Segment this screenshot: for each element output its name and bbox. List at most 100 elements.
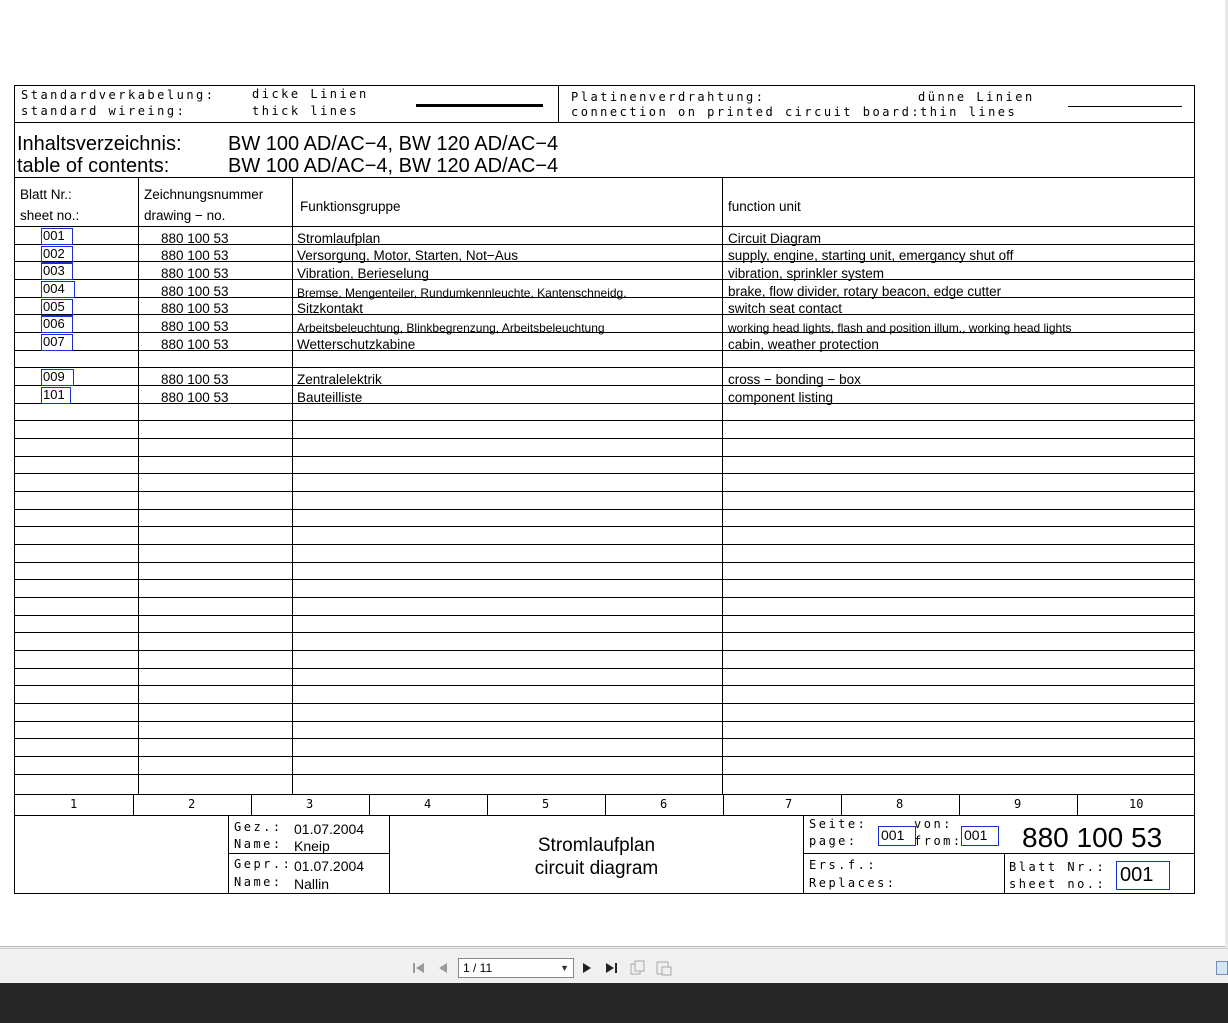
table-cell-function-en: cross − bonding − box xyxy=(728,372,861,387)
legend-pcb-en: connection on printed circuit board: xyxy=(571,105,922,119)
sidebar-toggle-icon[interactable] xyxy=(1216,961,1228,975)
legend-thick-de: dicke Linien xyxy=(252,87,369,101)
last-page-icon[interactable] xyxy=(602,959,620,977)
sheet-link-009[interactable]: 009 xyxy=(41,369,74,386)
schematic-sheet: Standardverkabelung: standard wireing: d… xyxy=(14,85,1195,894)
table-cell-function-de: Zentralelektrik xyxy=(297,372,382,387)
column-number: 5 xyxy=(542,797,550,811)
checked-label: Gepr.: xyxy=(234,857,293,871)
thin-line-sample xyxy=(1068,106,1182,107)
column-number: 4 xyxy=(424,797,432,811)
sheet-link-101[interactable]: 101 xyxy=(41,387,71,404)
header-function-en: function unit xyxy=(728,199,801,214)
ersf-label: Ers.f.: xyxy=(809,858,878,872)
table-cell-function-de: Vibration, Berieselung xyxy=(297,266,429,281)
sheet-link-002[interactable]: 002 xyxy=(41,246,73,263)
column-number: 9 xyxy=(1014,797,1022,811)
page-label: page: xyxy=(809,834,858,848)
header-sheet-de: Blatt Nr.: xyxy=(20,187,72,202)
table-cell-drawing: 880 100 53 xyxy=(161,372,229,387)
table-cell-function-en: component listing xyxy=(728,390,834,405)
column-number: 3 xyxy=(306,797,314,811)
thick-line-sample xyxy=(416,104,543,107)
document-page: Standardverkabelung: standard wireing: d… xyxy=(0,0,1226,947)
table-cell-drawing: 880 100 53 xyxy=(161,231,229,246)
drawn-name: Kneip xyxy=(294,838,330,854)
table-cell-drawing: 880 100 53 xyxy=(161,319,229,334)
document-title-de: Stromlaufplan xyxy=(537,835,656,856)
document-title-en: circuit diagram xyxy=(534,858,659,879)
table-cell-function-en: Circuit Diagram xyxy=(728,231,822,246)
von-label: von: xyxy=(914,817,953,831)
column-number: 10 xyxy=(1129,797,1144,811)
table-cell-function-de: Sitzkontakt xyxy=(297,301,364,316)
column-number: 6 xyxy=(660,797,668,811)
column-number: 1 xyxy=(70,797,78,811)
drawn-date: 01.07.2004 xyxy=(294,821,365,837)
sheet-link-006[interactable]: 006 xyxy=(41,316,73,333)
legend-thick-en: thick lines xyxy=(252,104,359,118)
sheet-link-005[interactable]: 005 xyxy=(41,299,73,316)
table-cell-drawing: 880 100 53 xyxy=(161,266,229,281)
legend-thin-de: dünne Linien xyxy=(918,90,1035,104)
sheetno-label: sheet no.: xyxy=(1009,877,1107,891)
column-number: 2 xyxy=(188,797,196,811)
page-value[interactable]: 001 xyxy=(878,826,916,846)
from-label: from: xyxy=(914,834,963,848)
sheet-link-004[interactable]: 004 xyxy=(41,281,75,298)
column-number: 8 xyxy=(896,797,904,811)
sheet-number-value[interactable]: 001 xyxy=(1116,861,1170,890)
legend-pcb-de: Platinenverdrahtung: xyxy=(571,90,766,104)
blatt-label: Blatt Nr.: xyxy=(1009,860,1107,874)
copy-icon[interactable] xyxy=(629,959,647,977)
table-cell-function-en: vibration, sprinkler system xyxy=(728,266,885,281)
header-drawing-en: drawing − no. xyxy=(144,208,226,223)
from-value[interactable]: 001 xyxy=(961,826,999,846)
table-cell-function-de: Wetterschutzkabine xyxy=(297,337,416,352)
table-cell-function-en: brake, flow divider, rotary beacon, edge… xyxy=(728,284,1002,299)
chevron-down-icon[interactable]: ▼ xyxy=(560,959,569,977)
first-page-icon[interactable] xyxy=(410,959,428,977)
header-drawing-de: Zeichnungsnummer xyxy=(144,187,264,202)
legend-thin-en: thin lines xyxy=(920,105,1018,119)
document-number: 880 100 53 xyxy=(1022,822,1163,853)
replaces-label: Replaces: xyxy=(809,876,897,890)
models-de: BW 100 AD/AC−4, BW 120 AD/AC−4 xyxy=(228,133,559,155)
name-label: Name: xyxy=(234,837,283,851)
table-cell-drawing: 880 100 53 xyxy=(161,337,229,352)
toc-title-de: Inhaltsverzeichnis: xyxy=(17,133,182,155)
models-en: BW 100 AD/AC−4, BW 120 AD/AC−4 xyxy=(228,155,559,177)
legend-std-wiring-en: standard wireing: xyxy=(21,104,187,118)
toc-title-en: table of contents: xyxy=(17,155,170,177)
legend-std-wiring-de: Standardverkabelung: xyxy=(21,88,216,102)
table-cell-function-de: Bauteilliste xyxy=(297,390,363,405)
name-label: Name: xyxy=(234,875,283,889)
previous-page-icon[interactable] xyxy=(434,959,452,977)
table-cell-function-de: Arbeitsbeleuchtung, Blinkbegrenzung, Arb… xyxy=(297,321,605,335)
checked-date: 01.07.2004 xyxy=(294,858,365,874)
table-cell-function-en: switch seat contact xyxy=(728,301,843,316)
table-cell-drawing: 880 100 53 xyxy=(161,390,229,405)
next-page-icon[interactable] xyxy=(578,959,596,977)
drawn-label: Gez.: xyxy=(234,820,283,834)
table-cell-drawing: 880 100 53 xyxy=(161,248,229,263)
checked-name: Nallin xyxy=(294,876,330,892)
page-indicator: 1 / 11 xyxy=(463,961,493,975)
table-cell-function-en: supply, engine, starting unit, emergancy… xyxy=(728,248,1014,263)
sheet-link-007[interactable]: 007 xyxy=(41,334,73,351)
export-icon[interactable] xyxy=(655,959,673,977)
sheet-link-001[interactable]: 001 xyxy=(41,228,73,245)
sheet-link-003[interactable]: 003 xyxy=(41,263,73,280)
table-cell-function-de: Versorgung, Motor, Starten, Not−Aus xyxy=(297,248,518,263)
column-number: 7 xyxy=(785,797,793,811)
table-cell-function-en: working head lights, flash and position … xyxy=(728,321,1072,335)
page-selector[interactable]: 1 / 11 ▼ xyxy=(458,958,574,978)
table-cell-function-de: Stromlaufplan xyxy=(297,231,381,246)
header-function-de: Funktionsgruppe xyxy=(300,199,401,214)
table-cell-drawing: 880 100 53 xyxy=(161,301,229,316)
seite-label: Seite: xyxy=(809,817,868,831)
header-sheet-en: sheet no.: xyxy=(20,208,80,223)
document-viewer: Standardverkabelung: standard wireing: d… xyxy=(0,0,1228,983)
table-cell-function-en: cabin, weather protection xyxy=(728,337,879,352)
table-cell-drawing: 880 100 53 xyxy=(161,284,229,299)
